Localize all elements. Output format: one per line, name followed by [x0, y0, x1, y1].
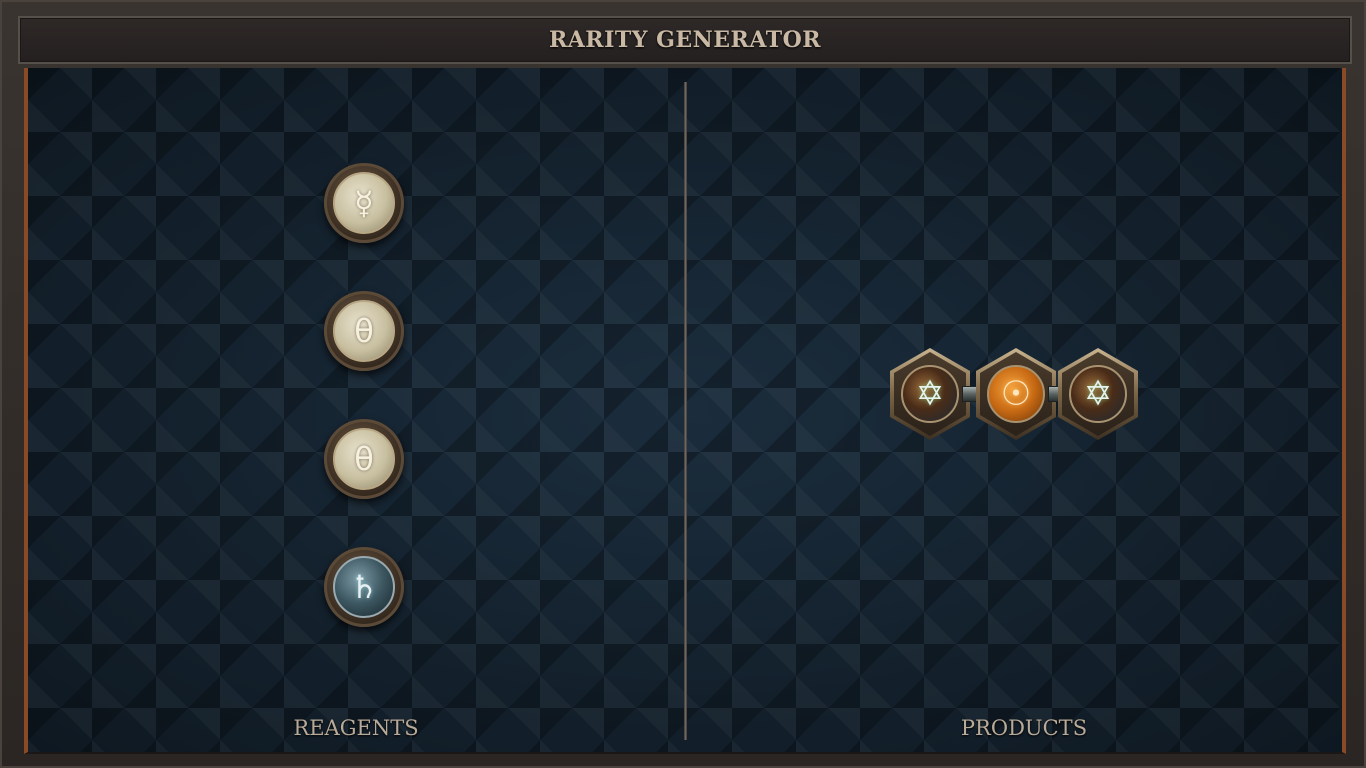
title-bar: RARITY GENERATOR — [18, 16, 1352, 64]
saturn-symbol-icon: ♄ — [349, 568, 379, 606]
hexagram-icon: ✡ — [915, 374, 945, 414]
product-node-2[interactable]: ☉ — [976, 348, 1056, 440]
product-orb: ☉ — [987, 365, 1045, 423]
product-node-3[interactable]: ✡ — [1058, 348, 1138, 440]
panel-divider — [684, 82, 687, 740]
game-board: ☿ θ θ ♄ REAGENTS ✡ ☉ ✡ PRODUCTS — [24, 68, 1346, 754]
reagent-slot-4[interactable]: ♄ — [324, 547, 404, 627]
reagents-label: REAGENTS — [293, 716, 419, 740]
theta-symbol-icon: θ — [354, 312, 374, 350]
product-orb: ✡ — [1069, 365, 1127, 423]
theta-symbol-icon: θ — [354, 440, 374, 478]
hexagram-icon: ✡ — [1083, 374, 1113, 414]
reagent-slot-2[interactable]: θ — [324, 291, 404, 371]
sun-symbol-icon: ☉ — [1000, 374, 1032, 414]
reagent-orb: ☿ — [333, 172, 395, 234]
reagent-slot-1[interactable]: ☿ — [324, 163, 404, 243]
reagent-slot-3[interactable]: θ — [324, 419, 404, 499]
product-orb: ✡ — [901, 365, 959, 423]
reagent-orb: θ — [333, 300, 395, 362]
page-title: RARITY GENERATOR — [548, 27, 822, 53]
mercury-symbol-icon: ☿ — [354, 184, 374, 222]
products-label: PRODUCTS — [960, 716, 1088, 740]
window-frame: RARITY GENERATOR ☿ θ θ ♄ REAGENTS ✡ ☉ ✡ … — [0, 0, 1366, 768]
reagent-orb: θ — [333, 428, 395, 490]
reagent-orb: ♄ — [333, 556, 395, 618]
product-node-1[interactable]: ✡ — [890, 348, 970, 440]
product-chain[interactable]: ✡ ☉ ✡ — [890, 348, 1140, 444]
